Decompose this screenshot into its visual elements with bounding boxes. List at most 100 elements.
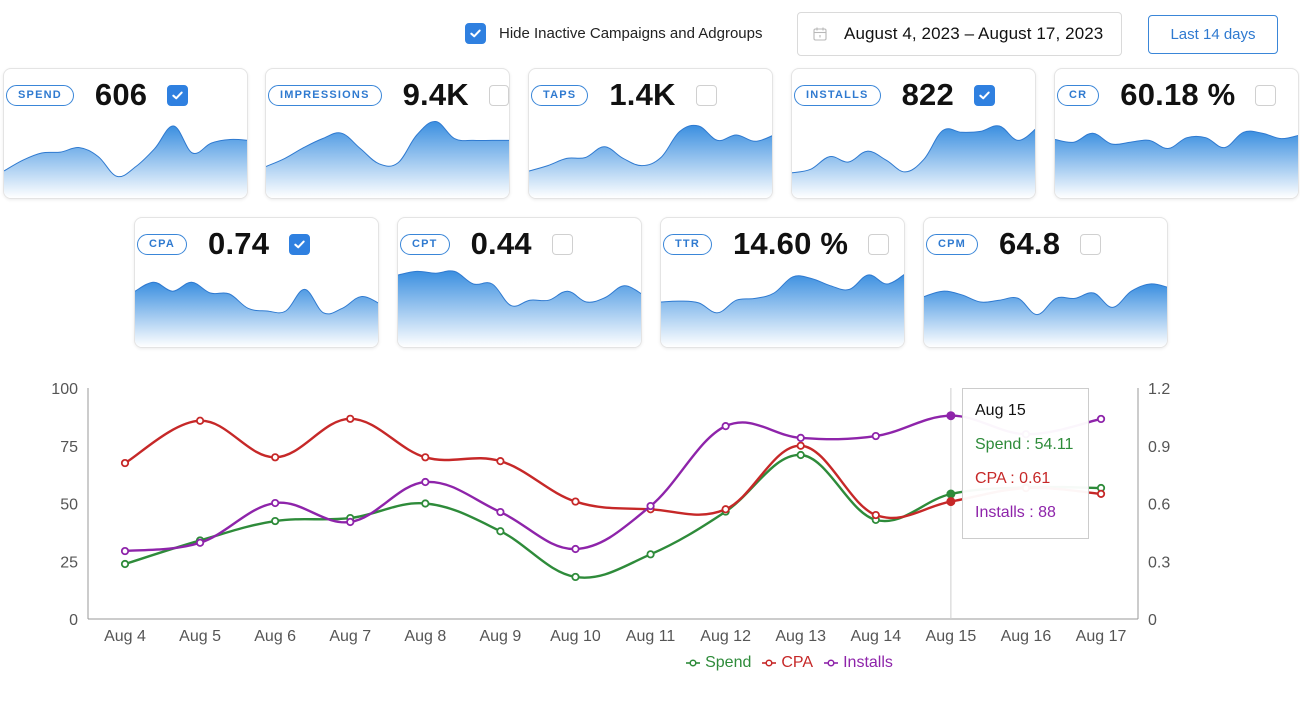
x-tick-label: Aug 13 (775, 628, 826, 645)
metric-card-cr[interactable]: CR 60.18 % (1054, 68, 1299, 199)
x-tick-label: Aug 17 (1076, 628, 1127, 645)
data-point-cpa[interactable] (1096, 489, 1106, 498)
sparkline-chart (398, 270, 641, 347)
data-point-installs[interactable] (271, 498, 280, 508)
data-point-installs[interactable] (721, 422, 730, 431)
y-right-tick-label: 0.3 (1148, 554, 1170, 571)
data-point-cpa[interactable] (195, 416, 205, 425)
legend-label: Installs (843, 654, 893, 671)
data-point-spend[interactable] (571, 572, 580, 582)
toolbar: Hide Inactive Campaigns and Adgroups Aug… (0, 12, 1300, 56)
legend-item-installs[interactable]: Installs (823, 654, 893, 672)
data-point-cpa[interactable] (271, 453, 280, 462)
sparkline-chart (135, 281, 378, 347)
data-point-installs[interactable] (346, 517, 355, 527)
sparkline-chart (661, 273, 904, 347)
metric-card-ttr[interactable]: TTR 14.60 % (660, 217, 905, 348)
data-point-cpa[interactable] (946, 497, 956, 507)
tooltip-installs: Installs : 88 (975, 504, 1056, 521)
data-point-cpa[interactable] (496, 457, 505, 466)
tooltip-cpa: CPA : 0.61 (975, 470, 1051, 487)
legend-item-spend[interactable]: Spend (685, 654, 751, 672)
metric-label-pill: SPEND (6, 84, 74, 106)
data-point-spend[interactable] (796, 450, 805, 460)
chart-tooltip: Aug 15 Spend : 54.11 CPA : 0.61 Installs… (962, 388, 1089, 539)
metric-card-spend[interactable]: SPEND 606 (3, 68, 248, 199)
metric-select-checkbox[interactable] (289, 233, 311, 255)
sparkline-area (266, 121, 509, 198)
legend-marker-icon (824, 659, 839, 667)
metric-select-checkbox[interactable] (695, 84, 717, 106)
data-point-installs[interactable] (1096, 414, 1106, 424)
sparkline-area (924, 283, 1167, 347)
metric-card-installs[interactable]: INSTALLS 822 (791, 68, 1036, 199)
data-point-spend[interactable] (946, 489, 956, 499)
legend-marker-icon (686, 659, 701, 667)
y-left-tick-label: 100 (51, 381, 78, 398)
data-point-installs[interactable] (421, 477, 430, 487)
legend-label: CPA (781, 654, 814, 671)
data-point-spend[interactable] (646, 550, 655, 559)
metric-select-checkbox[interactable] (488, 84, 509, 106)
sparkline-area (1055, 131, 1298, 198)
data-point-cpa[interactable] (421, 453, 430, 462)
x-tick-label: Aug 16 (1001, 628, 1052, 645)
legend-item-cpa[interactable]: CPA (761, 654, 813, 672)
x-tick-label: Aug 6 (254, 628, 296, 645)
sparkline-area (135, 282, 378, 347)
data-point-cpa[interactable] (796, 441, 805, 450)
metric-select-checkbox[interactable] (973, 84, 995, 106)
data-point-installs[interactable] (571, 544, 580, 554)
data-point-installs[interactable] (946, 411, 956, 421)
data-point-spend[interactable] (120, 559, 130, 569)
x-tick-label: Aug 8 (404, 628, 446, 645)
x-tick-label: Aug 4 (104, 628, 146, 645)
metric-card-cpm[interactable]: CPM 64.8 (923, 217, 1168, 348)
metric-label-pill: CPT (400, 233, 450, 255)
y-right-tick-label: 0.9 (1148, 439, 1170, 456)
chart-legend: Spend CPA Installs (0, 654, 1300, 672)
metric-label-pill: CR (1057, 84, 1100, 106)
sparkline-chart (4, 125, 247, 198)
metric-select-checkbox[interactable] (551, 233, 573, 255)
data-point-installs[interactable] (646, 501, 655, 511)
metric-card-cpt[interactable]: CPT 0.44 (397, 217, 642, 348)
data-point-installs[interactable] (871, 431, 880, 441)
data-point-installs[interactable] (120, 546, 130, 556)
metric-card-impressions[interactable]: IMPRESSIONS 9.4K (265, 68, 510, 199)
metric-select-checkbox[interactable] (167, 84, 189, 106)
sparkline-chart (266, 120, 509, 198)
metric-label-pill: INSTALLS (794, 84, 881, 106)
hide-inactive-toggle[interactable]: Hide Inactive Campaigns and Adgroups (465, 23, 763, 44)
y-left-tick-label: 0 (69, 612, 78, 629)
data-point-spend[interactable] (271, 516, 280, 526)
data-point-installs[interactable] (195, 538, 205, 547)
data-point-cpa[interactable] (871, 510, 880, 520)
data-point-installs[interactable] (496, 507, 505, 517)
data-point-spend[interactable] (421, 499, 430, 508)
sparkline-chart (1055, 130, 1298, 198)
data-point-cpa[interactable] (571, 497, 580, 506)
date-range-picker[interactable]: August 4, 2023 – August 17, 2023 (797, 12, 1122, 56)
data-point-cpa[interactable] (120, 458, 130, 468)
legend-marker-icon (762, 659, 777, 667)
metric-card-header: INSTALLS 822 (792, 77, 1035, 112)
data-point-cpa[interactable] (346, 414, 355, 423)
y-left-tick-label: 25 (60, 554, 78, 571)
data-point-installs[interactable] (796, 433, 805, 442)
metric-select-checkbox[interactable] (1255, 84, 1277, 106)
checkmark-icon (172, 91, 183, 99)
data-point-cpa[interactable] (721, 505, 730, 514)
sparkline-chart (924, 283, 1167, 347)
metric-card-taps[interactable]: TAPS 1.4K (528, 68, 773, 199)
metric-card-header: TTR 14.60 % (661, 226, 904, 261)
metric-card-cpa[interactable]: CPA 0.74 (134, 217, 379, 348)
data-point-spend[interactable] (496, 527, 505, 536)
last-14-days-button[interactable]: Last 14 days (1148, 15, 1278, 54)
metric-label-pill: CPM (926, 233, 979, 255)
series-line-spend (124, 453, 1102, 579)
hide-inactive-checkbox[interactable] (465, 23, 486, 44)
metric-select-checkbox[interactable] (868, 233, 890, 255)
metric-select-checkbox[interactable] (1080, 233, 1102, 255)
x-tick-label: Aug 9 (479, 628, 521, 645)
